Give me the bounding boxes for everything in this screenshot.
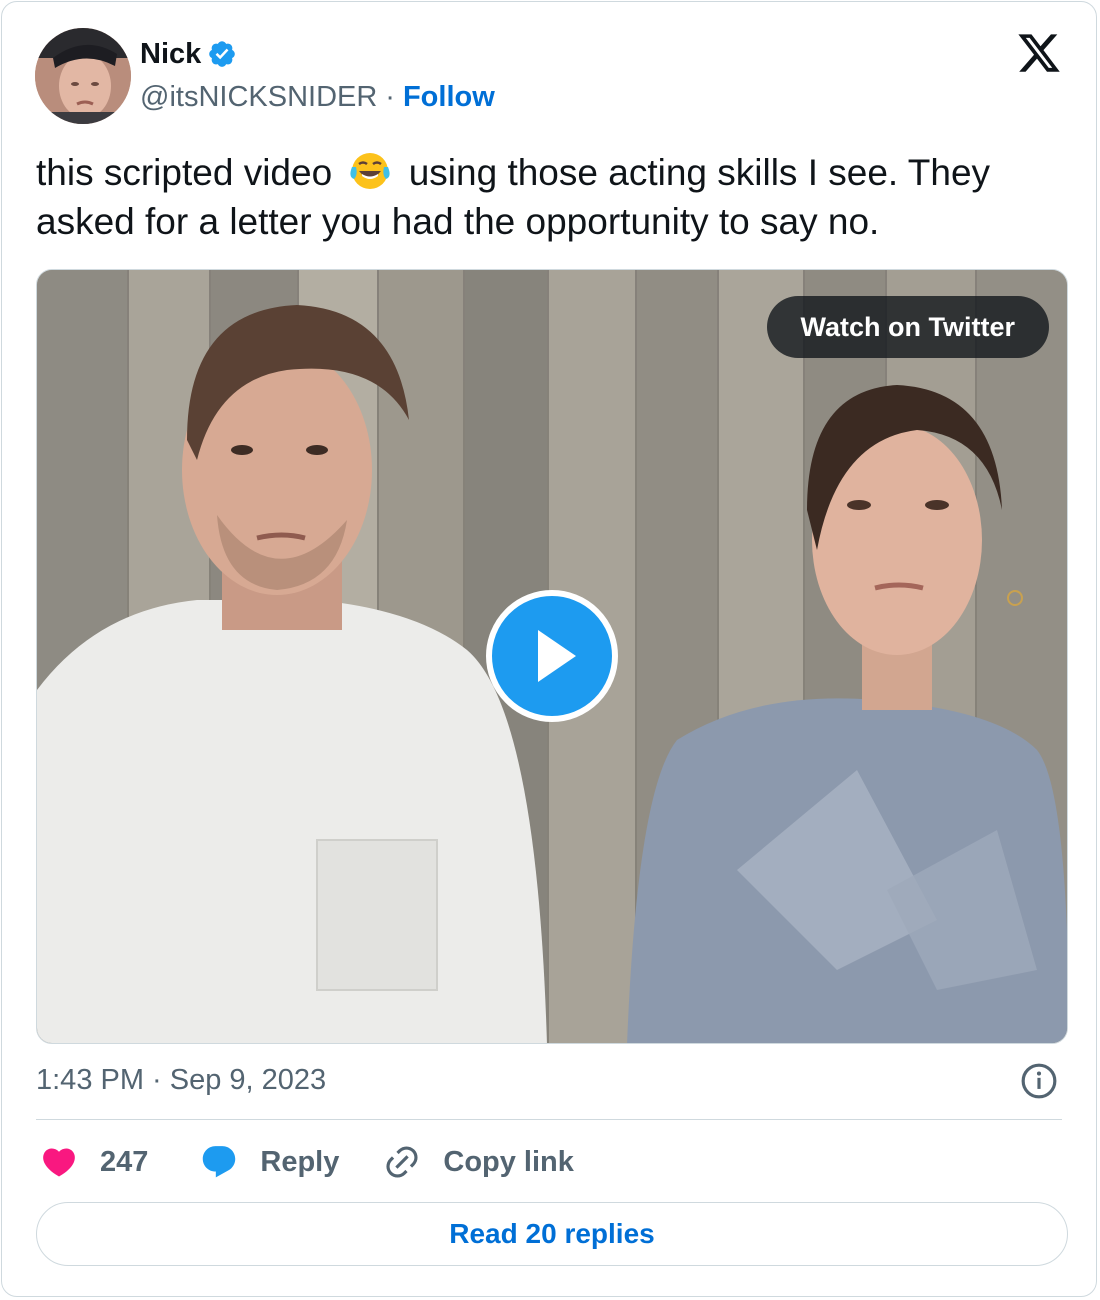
link-icon xyxy=(386,1146,418,1178)
author-handle-row: @itsNICKSNIDER · Follow xyxy=(140,78,495,116)
embedded-tweet-card: Nick @itsNICKSNIDER · Follow this script… xyxy=(1,1,1097,1297)
author-name-row: Nick xyxy=(140,36,237,72)
tweet-timestamp[interactable]: 1:43 PM · Sep 9, 2023 xyxy=(36,1060,326,1100)
read-replies-button[interactable]: Read 20 replies xyxy=(36,1202,1068,1266)
copy-link-label: Copy link xyxy=(443,1145,574,1178)
author-name[interactable]: Nick xyxy=(140,36,201,72)
like-count: 247 xyxy=(100,1145,149,1178)
play-button[interactable] xyxy=(486,590,618,722)
heart-icon xyxy=(43,1148,75,1177)
like-button[interactable]: 247 xyxy=(40,1143,200,1181)
tweet-text-part-1: this scripted video xyxy=(36,152,333,193)
video-media[interactable]: Watch on Twitter xyxy=(36,269,1068,1044)
divider xyxy=(36,1119,1062,1120)
reply-bubble-icon xyxy=(203,1146,236,1178)
author-handle[interactable]: @itsNICKSNIDER xyxy=(140,78,377,116)
tweet-actions: 247 Reply Copy link xyxy=(40,1140,574,1184)
play-icon xyxy=(538,630,576,682)
tweet-text: this scripted video using those acting s… xyxy=(36,148,1076,246)
reply-button[interactable]: Reply xyxy=(200,1143,383,1181)
x-logo-icon[interactable] xyxy=(1016,30,1062,76)
avatar-photo xyxy=(35,28,131,124)
face-with-tears-of-joy-icon xyxy=(350,153,391,189)
reply-label: Reply xyxy=(260,1145,340,1178)
avatar[interactable] xyxy=(35,28,131,124)
info-icon[interactable] xyxy=(1020,1062,1058,1100)
copy-link-button[interactable]: Copy link xyxy=(383,1143,574,1181)
verified-badge-icon xyxy=(209,41,236,67)
separator-dot: · xyxy=(385,81,395,113)
watch-on-twitter-button[interactable]: Watch on Twitter xyxy=(766,296,1049,358)
follow-link[interactable]: Follow xyxy=(403,78,495,116)
